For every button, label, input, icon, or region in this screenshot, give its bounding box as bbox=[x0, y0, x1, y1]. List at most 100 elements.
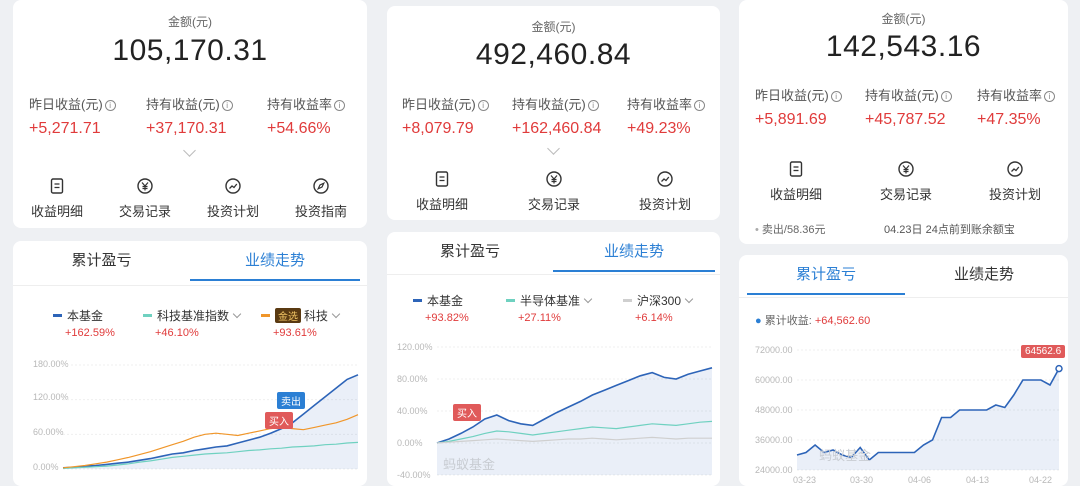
stat-label: 持有收益率 bbox=[627, 97, 693, 112]
tab-performance[interactable]: 业绩走势 bbox=[553, 232, 715, 272]
amount-label: 金额(元) bbox=[168, 15, 212, 29]
info-icon[interactable]: i bbox=[104, 100, 116, 111]
stat-value: +8,079.79 bbox=[402, 120, 474, 137]
y-tick: 36000.00 bbox=[755, 435, 793, 445]
action-invest-guide[interactable]: 投资指南 bbox=[293, 177, 349, 220]
legend-hs300[interactable]: 沪深300 +6.14% bbox=[623, 292, 694, 324]
y-tick: 72000.00 bbox=[755, 345, 793, 355]
last-point bbox=[1055, 364, 1063, 373]
legend-value: +6.14% bbox=[635, 312, 673, 324]
compass-icon bbox=[313, 178, 329, 194]
info-icon[interactable]: i bbox=[477, 100, 489, 111]
document-icon bbox=[789, 161, 803, 177]
y-tick: 80.00% bbox=[397, 374, 428, 384]
cumulative-label: 累计收益: bbox=[764, 315, 812, 327]
action-label: 投资计划 bbox=[638, 197, 691, 212]
buy-marker[interactable]: 买入 bbox=[265, 412, 293, 429]
dropdown-chevron-icon bbox=[684, 294, 694, 304]
summary-card-3: 金额(元) 142,543.16 昨日收益(元) i +5,891.69 持有收益… bbox=[739, 0, 1068, 244]
legend-tech[interactable]: 金选 科技 +93.61% bbox=[261, 307, 341, 339]
tab-performance[interactable]: 业绩走势 bbox=[190, 241, 360, 281]
tab-performance[interactable]: 业绩走势 bbox=[905, 255, 1063, 295]
stat-yesterday: 昨日收益(元) i +5,271.71 bbox=[29, 94, 116, 138]
stat-yesterday: 昨日收益(元) i +8,079.79 bbox=[402, 94, 489, 138]
panel-2: 金额(元) 492,460.84 昨日收益(元) i +8,079.79 持有收益… bbox=[378, 0, 730, 486]
tab-divider bbox=[739, 297, 1068, 298]
stat-rate: 持有收益率 i +49.23% bbox=[627, 94, 706, 138]
sell-marker[interactable]: 卖出 bbox=[277, 392, 305, 409]
tab-divider bbox=[13, 285, 367, 286]
legend-name: 半导体基准 bbox=[520, 294, 581, 308]
x-tick: 03-30 bbox=[850, 475, 874, 485]
action-label: 投资指南 bbox=[294, 204, 347, 219]
legend-benchmark[interactable]: 半导体基准 +27.11% bbox=[506, 292, 593, 324]
document-icon bbox=[50, 178, 64, 194]
chart-card-3: 累计盈亏 业绩走势 ● 累计收益: +64,562.60 72000.00 60… bbox=[739, 255, 1068, 486]
area-fill bbox=[63, 374, 358, 469]
action-invest-plan[interactable]: 投资计划 bbox=[983, 160, 1047, 203]
chart-tabs: 累计盈亏 业绩走势 bbox=[387, 232, 720, 272]
action-invest-plan[interactable]: 投资计划 bbox=[634, 170, 696, 213]
info-icon[interactable]: i bbox=[694, 100, 706, 111]
expand-chevron-icon[interactable] bbox=[183, 144, 196, 157]
legend-value: +46.10% bbox=[155, 327, 199, 339]
dropdown-chevron-icon bbox=[583, 294, 593, 304]
stat-label: 持有收益(元) bbox=[865, 88, 939, 103]
notice-left: 卖出/58.36元 bbox=[761, 224, 826, 236]
y-tick: 120.00% bbox=[397, 342, 433, 352]
summary-card-1: 金额(元) 105,170.31 昨日收益(元) i +5,271.71 持有收益… bbox=[13, 0, 367, 228]
summary-card-2: 金额(元) 492,460.84 昨日收益(元) i +8,079.79 持有收益… bbox=[387, 6, 720, 220]
info-icon[interactable]: i bbox=[221, 100, 233, 111]
action-trade-records[interactable]: 交易记录 bbox=[523, 170, 585, 213]
legend-value: +93.82% bbox=[425, 312, 469, 324]
watermark: 蚂蚁基金 bbox=[819, 448, 872, 463]
info-icon[interactable]: i bbox=[334, 100, 346, 111]
action-trade-records[interactable]: 交易记录 bbox=[117, 177, 173, 220]
chart-tabs: 累计盈亏 业绩走势 bbox=[13, 241, 367, 281]
stat-label: 持有收益(元) bbox=[146, 97, 220, 112]
tab-divider bbox=[387, 274, 720, 275]
cumulative-summary: ● 累计收益: +64,562.60 bbox=[755, 312, 870, 328]
action-income-detail[interactable]: 收益明细 bbox=[411, 170, 473, 213]
legend-swatch bbox=[413, 299, 422, 302]
x-tick: 04-13 bbox=[966, 475, 990, 485]
info-icon[interactable]: i bbox=[830, 91, 842, 102]
y-tick: 48000.00 bbox=[755, 405, 793, 415]
action-invest-plan[interactable]: 投资计划 bbox=[205, 177, 261, 220]
sell-notice[interactable]: • 卖出/58.36元 bbox=[755, 221, 826, 237]
stat-value: +54.66% bbox=[267, 120, 331, 137]
yen-circle-icon bbox=[546, 171, 562, 187]
x-tick: 04-22 bbox=[1029, 475, 1053, 485]
expand-chevron-icon[interactable] bbox=[547, 142, 560, 155]
buy-marker[interactable]: 买入 bbox=[453, 404, 481, 421]
info-icon[interactable]: i bbox=[587, 100, 599, 111]
action-income-detail[interactable]: 收益明细 bbox=[29, 177, 85, 220]
panel-3: 金额(元) 142,543.16 昨日收益(元) i +5,891.69 持有收益… bbox=[730, 0, 1080, 486]
dropdown-chevron-icon bbox=[331, 309, 341, 319]
stat-label: 持有收益率 bbox=[267, 97, 333, 112]
tab-cumulative[interactable]: 累计盈亏 bbox=[747, 255, 905, 295]
info-icon[interactable]: i bbox=[940, 91, 952, 102]
action-trade-records[interactable]: 交易记录 bbox=[874, 160, 938, 203]
action-income-detail[interactable]: 收益明细 bbox=[764, 160, 828, 203]
stat-holding: 持有收益(元) i +37,170.31 bbox=[146, 94, 233, 138]
y-tick: 60.00% bbox=[33, 427, 64, 437]
notice-right: 04.23日 24点前到账余额宝 bbox=[884, 224, 1015, 236]
legend-fund: 本基金 +162.59% bbox=[53, 307, 115, 339]
stat-holding: 持有收益(元) i +45,787.52 bbox=[865, 85, 952, 129]
legend-fund: 本基金 +93.82% bbox=[413, 292, 469, 324]
x-tick: 03-23 bbox=[793, 475, 817, 485]
legend-name: 沪深300 bbox=[637, 294, 682, 308]
legend-value: +93.61% bbox=[273, 327, 317, 339]
stat-label: 昨日收益(元) bbox=[29, 97, 103, 112]
info-icon[interactable]: i bbox=[1044, 91, 1056, 102]
tab-cumulative[interactable]: 累计盈亏 bbox=[13, 241, 190, 281]
stat-rate: 持有收益率 i +54.66% bbox=[267, 94, 346, 138]
amount-value: 105,170.31 bbox=[112, 34, 268, 67]
legend-benchmark[interactable]: 科技基准指数 +46.10% bbox=[143, 307, 242, 339]
y-tick: 40.00% bbox=[397, 406, 428, 416]
action-label: 投资计划 bbox=[988, 187, 1041, 202]
tab-cumulative[interactable]: 累计盈亏 bbox=[387, 232, 553, 272]
y-tick: 0.00% bbox=[33, 462, 59, 472]
amount-value: 492,460.84 bbox=[475, 38, 632, 71]
